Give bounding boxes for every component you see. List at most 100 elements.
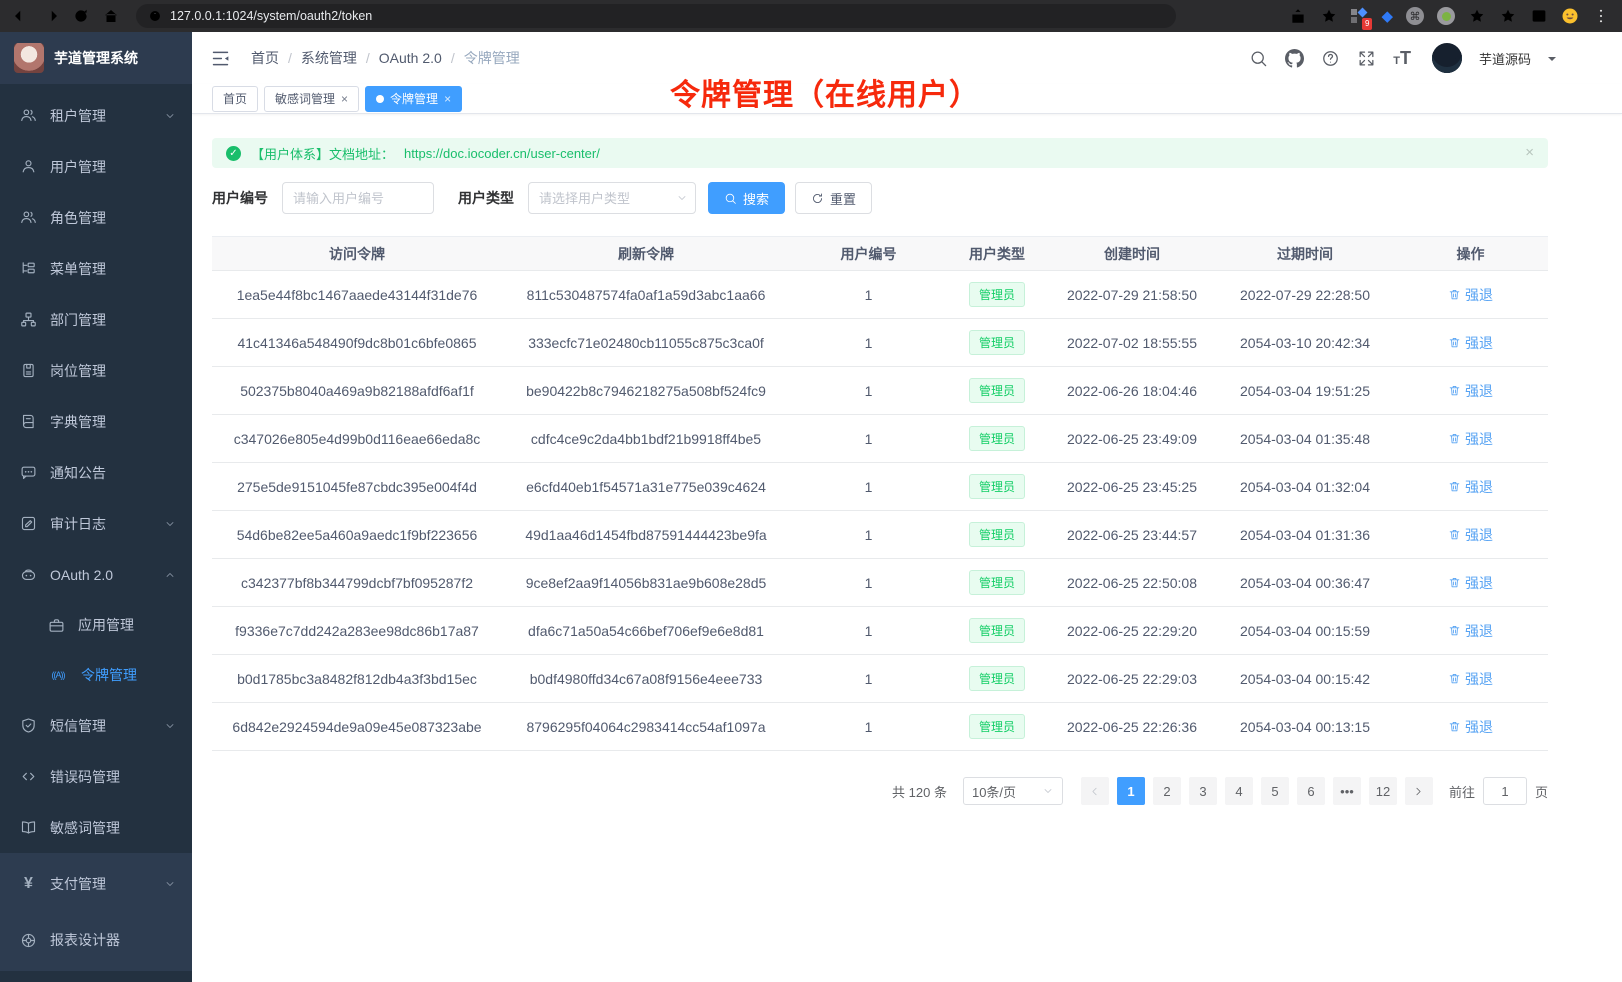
close-tab-icon[interactable] — [444, 93, 451, 105]
page-size-value: 10条/页 — [972, 782, 1016, 801]
browser-back-icon[interactable] — [12, 7, 30, 25]
user-avatar[interactable] — [1432, 43, 1462, 73]
goto-page-input[interactable] — [1483, 777, 1527, 805]
force-logout-link[interactable]: 强退 — [1448, 381, 1493, 401]
share-icon[interactable] — [1289, 7, 1307, 25]
cell-expire-time: 2054-03-04 00:13:15 — [1217, 719, 1393, 735]
breadcrumb-system[interactable]: 系统管理 — [301, 48, 357, 68]
alert-text: 【用户体系】文档地址： — [251, 144, 394, 163]
user-type-select[interactable] — [528, 182, 696, 214]
cell-expire-time: 2054-03-04 00:15:59 — [1217, 623, 1393, 639]
force-logout-link[interactable]: 强退 — [1448, 525, 1493, 545]
sidebar-item-report[interactable]: 报表设计器 — [0, 912, 192, 968]
extension-grid-icon[interactable]: 9 — [1351, 8, 1368, 25]
breadcrumb-oauth[interactable]: OAuth 2.0 — [379, 50, 442, 66]
browser-reload-icon[interactable] — [72, 7, 90, 25]
user-id-input[interactable] — [282, 182, 434, 214]
reset-button[interactable]: 重置 — [795, 182, 872, 214]
force-logout-link[interactable]: 强退 — [1448, 573, 1493, 593]
next-page-button[interactable] — [1405, 777, 1433, 805]
sidebar-item-pay[interactable]: 支付管理 — [0, 856, 192, 912]
cell-action: 强退 — [1393, 621, 1548, 641]
cell-action: 强退 — [1393, 285, 1548, 305]
tab-label: 敏感词管理 — [275, 90, 335, 107]
force-logout-link[interactable]: 强退 — [1448, 717, 1493, 737]
sidebar-item-audit[interactable]: 审计日志 — [0, 498, 192, 549]
tab-token[interactable]: 令牌管理 — [365, 86, 462, 112]
sidebar-item-errcode[interactable]: 错误码管理 — [0, 751, 192, 802]
sidebar-item-oauth-token[interactable]: 令牌管理 — [0, 650, 192, 700]
logo-avatar — [14, 43, 44, 73]
close-alert-icon[interactable] — [1525, 145, 1534, 160]
address-bar[interactable]: 127.0.0.1:1024/system/oauth2/token — [136, 4, 1176, 28]
force-logout-link[interactable]: 强退 — [1448, 621, 1493, 641]
page-size-select[interactable]: 10条/页 — [963, 777, 1063, 805]
sidebar-item-sensitive[interactable]: 敏感词管理 — [0, 802, 192, 853]
emoji-profile-icon[interactable] — [1561, 7, 1579, 25]
browser-forward-icon[interactable] — [42, 7, 60, 25]
gem-extension-icon[interactable]: ◆ — [1381, 8, 1393, 25]
sidebar-item-tenant[interactable]: 租户管理 — [0, 90, 192, 141]
sidebar-item-user[interactable]: 用户管理 — [0, 141, 192, 192]
page-button-12[interactable]: 12 — [1369, 777, 1397, 805]
sidebar-item-post[interactable]: 岗位管理 — [0, 345, 192, 396]
page-button-6[interactable]: 6 — [1297, 777, 1325, 805]
record-extension-icon[interactable] — [1437, 7, 1455, 25]
tab-home[interactable]: 首页 — [212, 86, 258, 112]
app-logo[interactable]: 芋道管理系统 — [0, 32, 192, 84]
force-logout-link[interactable]: 强退 — [1448, 477, 1493, 497]
sidebar-item-dept[interactable]: 部门管理 — [0, 294, 192, 345]
help-icon[interactable] — [1321, 49, 1340, 68]
cell-user-type: 管理员 — [947, 474, 1047, 499]
cell-expire-time: 2054-03-04 00:15:42 — [1217, 671, 1393, 687]
force-logout-link[interactable]: 强退 — [1448, 669, 1493, 689]
page-button-4[interactable]: 4 — [1225, 777, 1253, 805]
sidebar-item-notice[interactable]: 通知公告 — [0, 447, 192, 498]
collapse-sidebar-icon[interactable] — [210, 48, 231, 69]
breadcrumb-home[interactable]: 首页 — [251, 48, 279, 68]
page-button-1[interactable]: 1 — [1117, 777, 1145, 805]
cell-expire-time: 2022-07-29 22:28:50 — [1217, 287, 1393, 303]
breadcrumb-separator: / — [451, 50, 455, 66]
side-panel-icon[interactable] — [1530, 7, 1548, 25]
sidebar-item-oauth[interactable]: OAuth 2.0 — [0, 549, 192, 600]
cell-refresh-token: cdfc4ce9c2da4bb1bdf21b9918ff4be5 — [502, 431, 790, 447]
sidebar-item-dict[interactable]: 字典管理 — [0, 396, 192, 447]
search-button[interactable]: 搜索 — [708, 182, 785, 214]
cell-user-id: 1 — [790, 527, 947, 543]
cell-action: 强退 — [1393, 669, 1548, 689]
trash-icon — [1448, 576, 1461, 589]
user-type-select-input[interactable] — [528, 182, 696, 214]
goto-suffix: 页 — [1535, 782, 1548, 801]
sidebar-item-menu[interactable]: 菜单管理 — [0, 243, 192, 294]
fullscreen-icon[interactable] — [1357, 49, 1376, 68]
force-logout-link[interactable]: 强退 — [1448, 285, 1493, 305]
chevron-up-icon — [164, 569, 176, 581]
command-extension-icon[interactable]: ⌘ — [1406, 7, 1424, 25]
force-logout-link[interactable]: 强退 — [1448, 429, 1493, 449]
alert-doc-link[interactable]: https://doc.iocoder.cn/user-center/ — [404, 146, 600, 161]
force-logout-link[interactable]: 强退 — [1448, 333, 1493, 353]
green-star-extension-icon[interactable] — [1468, 7, 1486, 25]
trash-icon — [1448, 480, 1461, 493]
chevron-down-icon — [1042, 785, 1054, 797]
browser-menu-icon[interactable] — [1592, 7, 1610, 25]
close-tab-icon[interactable] — [341, 93, 348, 105]
github-icon[interactable] — [1285, 49, 1304, 68]
page-button-5[interactable]: 5 — [1261, 777, 1289, 805]
prev-page-button[interactable] — [1081, 777, 1109, 805]
white-star-extension-icon[interactable] — [1499, 7, 1517, 25]
sidebar-item-oauth-app[interactable]: 应用管理 — [0, 600, 192, 650]
search-icon[interactable] — [1249, 49, 1268, 68]
sidebar-item-sms[interactable]: 短信管理 — [0, 700, 192, 751]
page-button-3[interactable]: 3 — [1189, 777, 1217, 805]
sidebar-item-role[interactable]: 角色管理 — [0, 192, 192, 243]
more-pages-button[interactable]: ••• — [1333, 777, 1361, 805]
font-size-icon[interactable] — [1393, 49, 1411, 67]
browser-home-icon[interactable] — [102, 7, 120, 25]
site-info-icon[interactable] — [148, 9, 162, 23]
user-menu-caret-icon[interactable] — [1548, 57, 1556, 65]
bookmark-star-icon[interactable] — [1320, 7, 1338, 25]
page-button-2[interactable]: 2 — [1153, 777, 1181, 805]
tab-sensitive[interactable]: 敏感词管理 — [264, 86, 359, 112]
